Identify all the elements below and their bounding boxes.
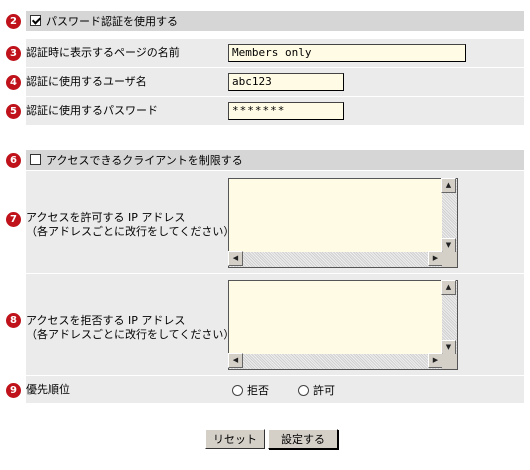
scroll-down-arrow-icon[interactable]: ▼: [441, 340, 456, 355]
scroll-right-arrow-icon[interactable]: ▶: [428, 353, 443, 368]
step-badge-3: 3: [6, 46, 21, 61]
step-badge-9: 9: [6, 383, 21, 398]
deny-ip-horizontal-scrollbar[interactable]: ◀ ▶: [228, 353, 443, 369]
password-row: 認証に使用するパスワード *******: [26, 97, 524, 125]
scroll-up-arrow-icon[interactable]: ▲: [441, 280, 456, 295]
restrict-access-header: アクセスできるクライアントを制限する: [26, 150, 524, 170]
priority-deny-radio[interactable]: [232, 385, 243, 396]
priority-label: 優先順位: [26, 383, 70, 396]
priority-row: 優先順位 拒否 許可: [26, 376, 524, 403]
scroll-right-arrow-icon[interactable]: ▶: [428, 251, 443, 266]
allow-ip-vertical-scrollbar[interactable]: ▲ ▼: [441, 178, 457, 253]
page-name-input[interactable]: Members only: [228, 44, 466, 62]
step-badge-4: 4: [6, 75, 21, 90]
step-badge-6: 6: [6, 153, 21, 168]
allow-ip-row: アクセスを許可する IP アドレス （各アドレスごとに改行をしてください） ▲ …: [26, 171, 524, 273]
username-row: 認証に使用するユーザ名 abc123: [26, 68, 524, 96]
restrict-access-label: アクセスできるクライアントを制限する: [46, 154, 243, 167]
deny-ip-vertical-scrollbar[interactable]: ▲ ▼: [441, 280, 457, 355]
deny-ip-textarea[interactable]: ▲ ▼ ◀ ▶: [228, 280, 458, 370]
priority-allow-label[interactable]: 許可: [313, 384, 335, 397]
step-badge-5: 5: [6, 104, 21, 119]
scrollbar-corner: [442, 354, 457, 369]
use-password-label: パスワード認証を使用する: [46, 15, 178, 28]
deny-ip-row: アクセスを拒否する IP アドレス （各アドレスごとに改行をしてください） ▲ …: [26, 274, 524, 375]
scroll-down-arrow-icon[interactable]: ▼: [441, 238, 456, 253]
step-badge-2: 2: [6, 14, 21, 29]
submit-button[interactable]: 設定する: [268, 429, 338, 449]
deny-ip-label-line1: アクセスを拒否する IP アドレス: [26, 314, 186, 327]
allow-ip-horizontal-scrollbar[interactable]: ◀ ▶: [228, 251, 443, 267]
scrollbar-corner: [442, 252, 457, 267]
scroll-left-arrow-icon[interactable]: ◀: [228, 353, 243, 368]
scroll-up-arrow-icon[interactable]: ▲: [441, 178, 456, 193]
page-name-row: 認証時に表示するページの名前 Members only: [26, 39, 524, 67]
password-label: 認証に使用するパスワード: [26, 104, 158, 117]
priority-allow-radio[interactable]: [298, 385, 309, 396]
priority-deny-label[interactable]: 拒否: [247, 384, 269, 397]
restrict-access-checkbox[interactable]: [30, 154, 41, 165]
allow-ip-label-line1: アクセスを許可する IP アドレス: [26, 211, 186, 224]
allow-ip-label-line2: （各アドレスごとに改行をしてください）: [26, 225, 235, 238]
step-badge-7: 7: [6, 212, 21, 227]
username-input[interactable]: abc123: [228, 73, 344, 91]
username-label: 認証に使用するユーザ名: [26, 75, 147, 88]
allow-ip-textarea[interactable]: ▲ ▼ ◀ ▶: [228, 178, 458, 268]
deny-ip-label-line2: （各アドレスごとに改行をしてください）: [26, 328, 235, 341]
password-input[interactable]: *******: [228, 102, 344, 120]
use-password-header: パスワード認証を使用する: [26, 11, 524, 31]
reset-button[interactable]: リセット: [205, 429, 265, 449]
page-name-label: 認証時に表示するページの名前: [26, 46, 180, 59]
step-badge-8: 8: [6, 313, 21, 328]
use-password-checkbox[interactable]: [30, 15, 41, 26]
scroll-left-arrow-icon[interactable]: ◀: [228, 251, 243, 266]
